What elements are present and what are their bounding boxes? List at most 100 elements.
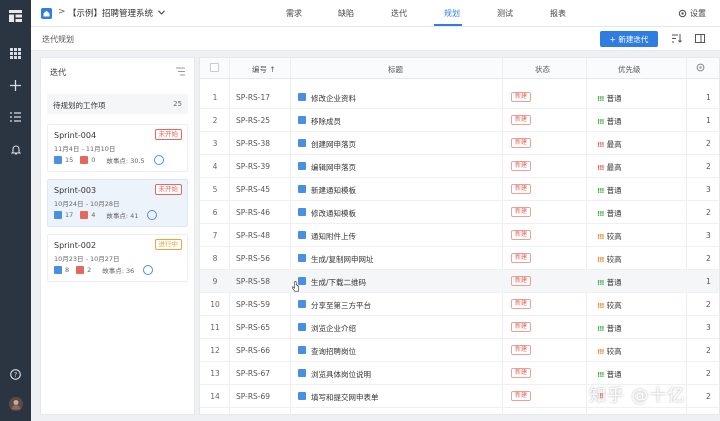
- table-row[interactable]: 5 SP-RS-45 新建通知模板 新建!!! 普通 3: [200, 178, 719, 201]
- item-code[interactable]: SP-RS-65: [236, 323, 270, 332]
- select-all-checkbox[interactable]: [210, 63, 219, 72]
- filter-icon[interactable]: [176, 67, 185, 78]
- priority-cell[interactable]: !!! 较高: [597, 254, 622, 265]
- priority-cell[interactable]: !!! 普通: [597, 323, 622, 334]
- list-icon[interactable]: [0, 107, 31, 127]
- item-title[interactable]: 新建通知模板: [311, 185, 356, 196]
- item-code[interactable]: SP-RS-58: [236, 277, 270, 286]
- status-badge[interactable]: 新建: [511, 345, 532, 355]
- table-row[interactable]: 7 SP-RS-48 通知附件上传 新建!!! 较高 3: [200, 224, 719, 247]
- table-row[interactable]: 2 SP-RS-25 移除成员 新建!!! 普通 1: [200, 109, 719, 132]
- collapse-panel-icon[interactable]: [695, 34, 705, 45]
- table-row[interactable]: 10 SP-RS-59 分享至第三方平台 新建!!! 较高 2: [200, 293, 719, 316]
- table-row[interactable]: 3 SP-RS-38 创建网申落页 新建!!! 最高 2: [200, 132, 719, 155]
- apps-grid-icon[interactable]: [0, 43, 31, 63]
- tab-testing[interactable]: 测试: [497, 8, 513, 19]
- priority-cell[interactable]: !!! 普通: [597, 208, 622, 219]
- item-title[interactable]: 修改企业资料: [311, 93, 356, 104]
- status-badge[interactable]: 新建: [511, 253, 532, 263]
- status-badge[interactable]: 新建: [511, 161, 532, 171]
- item-title[interactable]: 浏览具体岗位说明: [311, 369, 371, 380]
- tab-reports[interactable]: 报表: [550, 8, 566, 19]
- item-code[interactable]: SP-RS-48: [236, 231, 270, 240]
- item-code[interactable]: SP-RS-39: [236, 162, 270, 171]
- tab-iterations[interactable]: 迭代: [391, 8, 407, 19]
- priority-cell[interactable]: !!! 较高: [597, 231, 622, 242]
- chevron-down-icon[interactable]: [158, 8, 165, 17]
- status-badge[interactable]: 新建: [511, 92, 532, 102]
- story-icon: [298, 139, 306, 147]
- column-header-title[interactable]: 标题: [388, 64, 403, 75]
- priority-cell[interactable]: !!! 最高: [597, 162, 622, 173]
- column-header-priority[interactable]: 优先级: [618, 64, 641, 75]
- tab-planning[interactable]: 规划: [444, 8, 460, 19]
- table-row[interactable]: 12 SP-RS-66 查询招聘岗位 新建!!! 较高 2: [200, 339, 719, 362]
- item-code[interactable]: SP-RS-59: [236, 300, 270, 309]
- table-row[interactable]: 8 SP-RS-56 生成/复制网申网址 新建!!! 较高 2: [200, 247, 719, 270]
- status-badge[interactable]: 新建: [511, 184, 532, 194]
- table-row[interactable]: 9 SP-RS-58 生成/下载二维码 新建!!! 普通 1: [200, 270, 719, 293]
- item-title[interactable]: 编辑网申落页: [311, 162, 356, 173]
- status-badge[interactable]: 新建: [511, 230, 532, 240]
- status-badge[interactable]: 新建: [511, 115, 532, 125]
- table-row[interactable]: 6 SP-RS-46 修改通知模板 新建!!! 普通 2: [200, 201, 719, 224]
- sprint-card[interactable]: Sprint-002 进行中 10月23日 - 10月27日 8 2 故事点: …: [47, 234, 188, 282]
- item-code[interactable]: SP-RS-45: [236, 185, 270, 194]
- help-icon[interactable]: ?: [0, 364, 31, 384]
- item-code[interactable]: SP-RS-56: [236, 254, 270, 263]
- item-code[interactable]: SP-RS-69: [236, 392, 270, 401]
- item-code[interactable]: SP-RS-46: [236, 208, 270, 217]
- status-badge[interactable]: 新建: [511, 322, 532, 332]
- table-row[interactable]: 1 SP-RS-17 修改企业资料 新建!!! 普通 1: [200, 86, 719, 109]
- item-code[interactable]: SP-RS-17: [236, 93, 270, 102]
- item-title[interactable]: 创建网申落页: [311, 139, 356, 150]
- priority-cell[interactable]: !!! 普通: [597, 277, 622, 288]
- table-row[interactable]: 4 SP-RS-39 编辑网申落页 新建!!! 最高 2: [200, 155, 719, 178]
- item-title[interactable]: 生成/复制网申网址: [311, 254, 374, 265]
- sort-icon[interactable]: [672, 34, 682, 45]
- item-title[interactable]: 通知附件上传: [311, 231, 356, 242]
- priority-cell[interactable]: !!! 普通: [597, 116, 622, 127]
- app-logo-icon[interactable]: [0, 6, 31, 26]
- item-title[interactable]: 修改通知模板: [311, 208, 356, 219]
- priority-cell[interactable]: !!! 普通: [597, 369, 622, 380]
- status-badge[interactable]: 新建: [511, 207, 532, 217]
- item-code[interactable]: SP-RS-38: [236, 139, 270, 148]
- settings-button[interactable]: 设置: [678, 8, 706, 19]
- priority-cell[interactable]: !!! 普通: [597, 185, 622, 196]
- item-code[interactable]: SP-RS-25: [236, 116, 270, 125]
- tab-defects[interactable]: 缺陷: [338, 8, 354, 19]
- item-title[interactable]: 浏览企业介绍: [311, 323, 356, 334]
- priority-cell[interactable]: !!! 普通: [597, 93, 622, 104]
- project-name[interactable]: 【示例】招聘管理系统: [68, 7, 153, 19]
- tab-requirements[interactable]: 需求: [286, 8, 302, 19]
- column-settings-icon[interactable]: [696, 63, 705, 74]
- item-title[interactable]: 查询招聘岗位: [311, 346, 356, 357]
- status-badge[interactable]: 新建: [511, 276, 532, 286]
- item-title[interactable]: 生成/下载二维码: [311, 277, 366, 288]
- sprint-card[interactable]: Sprint-003 未开始 10月24日 - 10月28日 17 4 故事点:…: [47, 179, 188, 227]
- item-title[interactable]: 填写和提交网申表单: [311, 392, 379, 403]
- status-badge[interactable]: 新建: [511, 368, 532, 378]
- backlog-item[interactable]: 待规划的工作项 25: [47, 94, 188, 114]
- avatar[interactable]: [0, 394, 31, 414]
- bell-icon[interactable]: [0, 139, 31, 159]
- status-badge[interactable]: 新建: [511, 299, 532, 309]
- home-icon[interactable]: [41, 8, 52, 19]
- priority-cell[interactable]: !!! 较高: [597, 346, 622, 357]
- status-badge[interactable]: 新建: [511, 138, 532, 148]
- priority-cell[interactable]: !!! 最高: [597, 139, 622, 150]
- column-header-status[interactable]: 状态: [535, 64, 550, 75]
- item-title[interactable]: 移除成员: [311, 116, 341, 127]
- add-icon[interactable]: [0, 75, 31, 95]
- table-row[interactable]: 11 SP-RS-65 浏览企业介绍 新建!!! 普通 3: [200, 316, 719, 339]
- status-badge[interactable]: 新建: [511, 391, 532, 401]
- item-code[interactable]: SP-RS-66: [236, 346, 270, 355]
- priority-cell[interactable]: !!! 较高: [597, 300, 622, 311]
- sprint-card[interactable]: Sprint-004 未开始 11月4日 - 11月10日 15 0 故事点: …: [47, 124, 188, 172]
- bug-icon: [76, 266, 85, 274]
- column-header-code[interactable]: 编号 ↑: [252, 64, 276, 75]
- item-code[interactable]: SP-RS-67: [236, 369, 270, 378]
- new-iteration-button[interactable]: + 新建迭代: [600, 31, 658, 47]
- item-title[interactable]: 分享至第三方平台: [311, 300, 371, 311]
